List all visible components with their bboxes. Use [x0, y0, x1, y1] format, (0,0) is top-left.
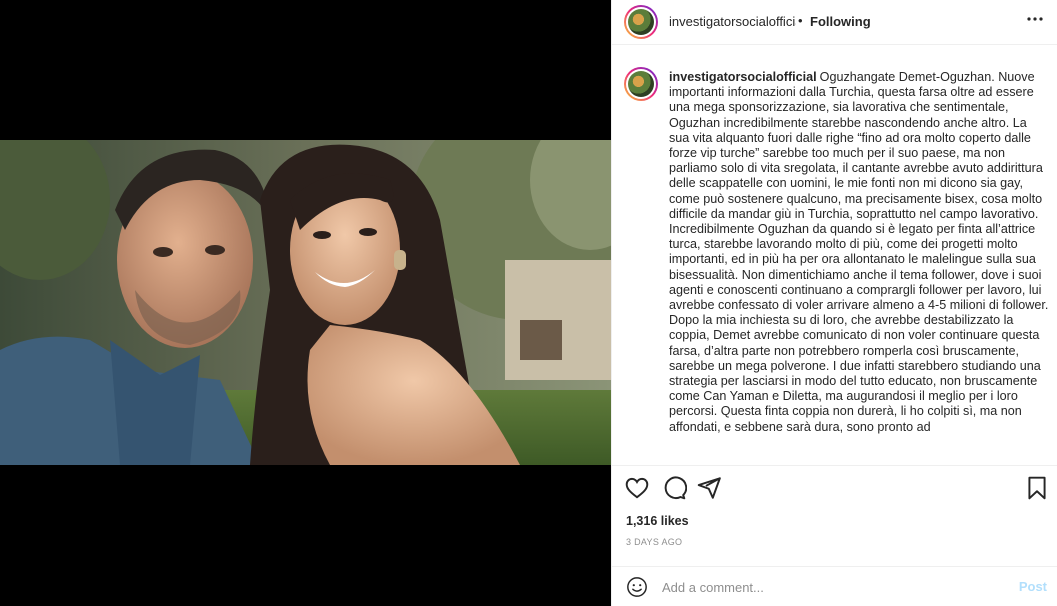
caption-avatar[interactable] [624, 67, 658, 101]
post-header: investigatorsocialofficial • Following [612, 0, 1057, 45]
couple-photo [0, 140, 611, 465]
post-timestamp[interactable]: 3 DAYS AGO [626, 537, 682, 547]
header-separator: • [798, 13, 803, 28]
caption-text: Oguzhangate Demet-Oguzhan. Nuove importa… [669, 70, 1049, 434]
comment-bar: Post [612, 566, 1057, 606]
more-horizontal-icon[interactable] [1026, 10, 1044, 33]
likes-count[interactable]: 1,316 likes [626, 514, 689, 528]
comment-input[interactable] [662, 577, 992, 597]
emoji-icon[interactable] [626, 576, 648, 598]
post-photo [0, 140, 611, 465]
heart-icon[interactable] [624, 475, 650, 501]
post-sidebar: investigatorsocialofficial • Following i… [611, 0, 1057, 606]
caption-username-link[interactable]: investigatorsocialofficial [669, 70, 817, 84]
post-actions: 1,316 likes 3 DAYS AGO [612, 465, 1057, 571]
comment-icon[interactable] [661, 475, 688, 501]
header-username-link[interactable]: investigatorsocialofficial [669, 14, 796, 29]
send-icon[interactable] [696, 475, 722, 501]
avatar[interactable] [624, 5, 658, 39]
following-button[interactable]: Following [810, 14, 871, 29]
post-caption: investigatorsocialofficial Oguzhangate De… [669, 70, 1049, 435]
caption-area[interactable]: investigatorsocialofficial Oguzhangate De… [612, 60, 1057, 465]
bookmark-icon[interactable] [1024, 475, 1050, 501]
post-comment-button[interactable]: Post [1019, 579, 1047, 594]
post-media [0, 0, 611, 606]
